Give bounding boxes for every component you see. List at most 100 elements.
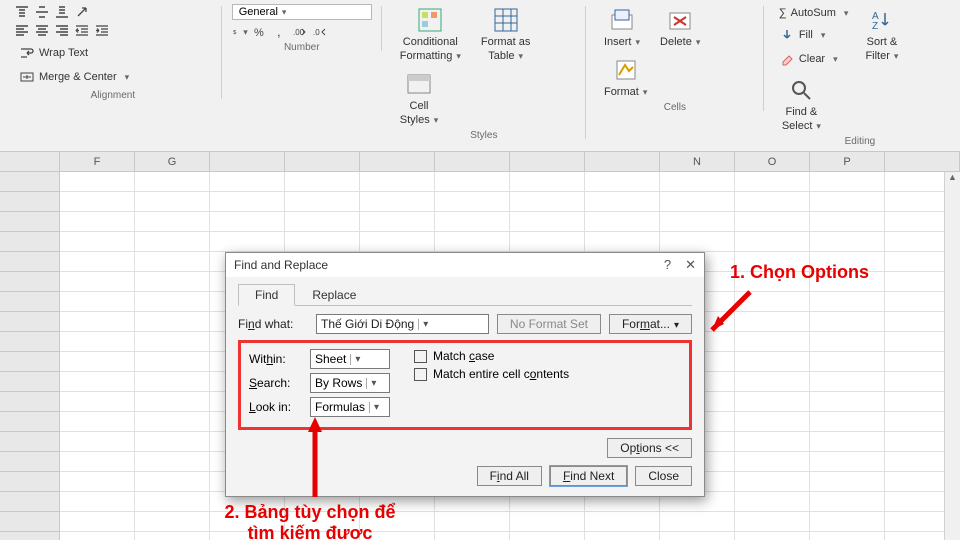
cell[interactable] (285, 192, 360, 212)
cell[interactable] (60, 512, 135, 532)
cell[interactable] (435, 212, 510, 232)
cell[interactable] (510, 512, 585, 532)
dialog-titlebar[interactable]: Find and Replace ? ✕ (226, 253, 704, 277)
row-header[interactable] (0, 232, 60, 252)
cell[interactable] (810, 472, 885, 492)
row-header[interactable] (0, 192, 60, 212)
cell[interactable] (510, 192, 585, 212)
close-icon[interactable]: ✕ (685, 257, 696, 273)
cell[interactable] (60, 532, 135, 540)
cell[interactable] (135, 452, 210, 472)
align-left-icon[interactable] (14, 22, 30, 38)
cell[interactable] (810, 512, 885, 532)
cell[interactable] (60, 172, 135, 192)
find-next-button[interactable]: Find Next (550, 466, 627, 486)
row-header[interactable] (0, 432, 60, 452)
cell[interactable] (735, 472, 810, 492)
cell[interactable] (60, 352, 135, 372)
cell[interactable] (135, 332, 210, 352)
cell[interactable] (810, 532, 885, 540)
cell[interactable] (735, 392, 810, 412)
chevron-down-icon[interactable]: ▾ (418, 319, 428, 330)
cell[interactable] (810, 292, 885, 312)
cell[interactable] (810, 432, 885, 452)
cell[interactable] (510, 532, 585, 540)
sort-filter-button[interactable]: AZ Sort & Filter (857, 4, 906, 64)
cell[interactable] (60, 492, 135, 512)
search-select[interactable]: By Rows▾ (310, 373, 390, 393)
cell[interactable] (135, 272, 210, 292)
within-select[interactable]: Sheet▾ (310, 349, 390, 369)
tab-replace[interactable]: Replace (295, 284, 373, 306)
clear-button[interactable]: Clear (774, 48, 854, 70)
cell[interactable] (810, 352, 885, 372)
vertical-scrollbar[interactable]: ▲ (944, 172, 960, 540)
cell[interactable] (210, 232, 285, 252)
cell[interactable] (60, 252, 135, 272)
cell[interactable] (810, 412, 885, 432)
cell[interactable] (735, 232, 810, 252)
insert-button[interactable]: Insert (596, 4, 648, 50)
row-header[interactable] (0, 272, 60, 292)
cell[interactable] (735, 512, 810, 532)
cell[interactable] (135, 472, 210, 492)
cell[interactable] (60, 272, 135, 292)
cell[interactable] (135, 352, 210, 372)
row-header[interactable] (0, 472, 60, 492)
cell[interactable] (360, 172, 435, 192)
column-header[interactable]: G (135, 152, 210, 171)
row-header[interactable] (0, 492, 60, 512)
column-header[interactable] (585, 152, 660, 171)
row-header[interactable] (0, 252, 60, 272)
cell[interactable] (210, 172, 285, 192)
cell[interactable] (135, 432, 210, 452)
conditional-formatting-button[interactable]: Conditional Formatting (392, 4, 469, 64)
cell[interactable] (135, 232, 210, 252)
scroll-up-icon[interactable]: ▲ (948, 172, 957, 182)
format-button[interactable]: Format (596, 54, 655, 100)
cell[interactable] (135, 212, 210, 232)
column-header[interactable]: O (735, 152, 810, 171)
cell[interactable] (360, 232, 435, 252)
row-header[interactable] (0, 352, 60, 372)
cell[interactable] (60, 372, 135, 392)
options-button[interactable]: Options << (607, 438, 692, 458)
cell[interactable] (810, 172, 885, 192)
fill-button[interactable]: Fill (774, 24, 854, 46)
help-icon[interactable]: ? (664, 257, 671, 273)
row-header[interactable] (0, 532, 60, 540)
column-header[interactable]: F (60, 152, 135, 171)
align-center-icon[interactable] (34, 22, 50, 38)
column-header[interactable] (435, 152, 510, 171)
cell[interactable] (660, 172, 735, 192)
column-header[interactable] (510, 152, 585, 171)
cell[interactable] (810, 332, 885, 352)
row-header[interactable] (0, 412, 60, 432)
cell-styles-button[interactable]: Cell Styles (392, 68, 447, 128)
cell[interactable] (135, 412, 210, 432)
column-header[interactable] (0, 152, 60, 171)
find-what-input[interactable]: Thế Giới Di Động ▾ (316, 314, 489, 334)
find-all-button[interactable]: Find All (477, 466, 542, 486)
cell[interactable] (660, 212, 735, 232)
cell[interactable] (435, 512, 510, 532)
row-header[interactable] (0, 512, 60, 532)
match-contents-checkbox[interactable] (414, 368, 427, 381)
cell[interactable] (135, 312, 210, 332)
row-header[interactable] (0, 172, 60, 192)
cell[interactable] (735, 192, 810, 212)
indent-inc-icon[interactable] (94, 22, 110, 38)
cell[interactable] (585, 232, 660, 252)
cell[interactable] (60, 432, 135, 452)
cell[interactable] (135, 292, 210, 312)
autosum-button[interactable]: ∑AutoSum (774, 4, 854, 22)
percent-icon[interactable]: % (252, 24, 268, 40)
cell[interactable] (60, 412, 135, 432)
cell[interactable] (585, 212, 660, 232)
cell[interactable] (735, 212, 810, 232)
cell[interactable] (135, 192, 210, 212)
cell[interactable] (810, 212, 885, 232)
cell[interactable] (135, 392, 210, 412)
worksheet[interactable]: FGNOP ▲ Find and Replace ? ✕ Find Replac… (0, 152, 960, 540)
cell[interactable] (735, 492, 810, 512)
